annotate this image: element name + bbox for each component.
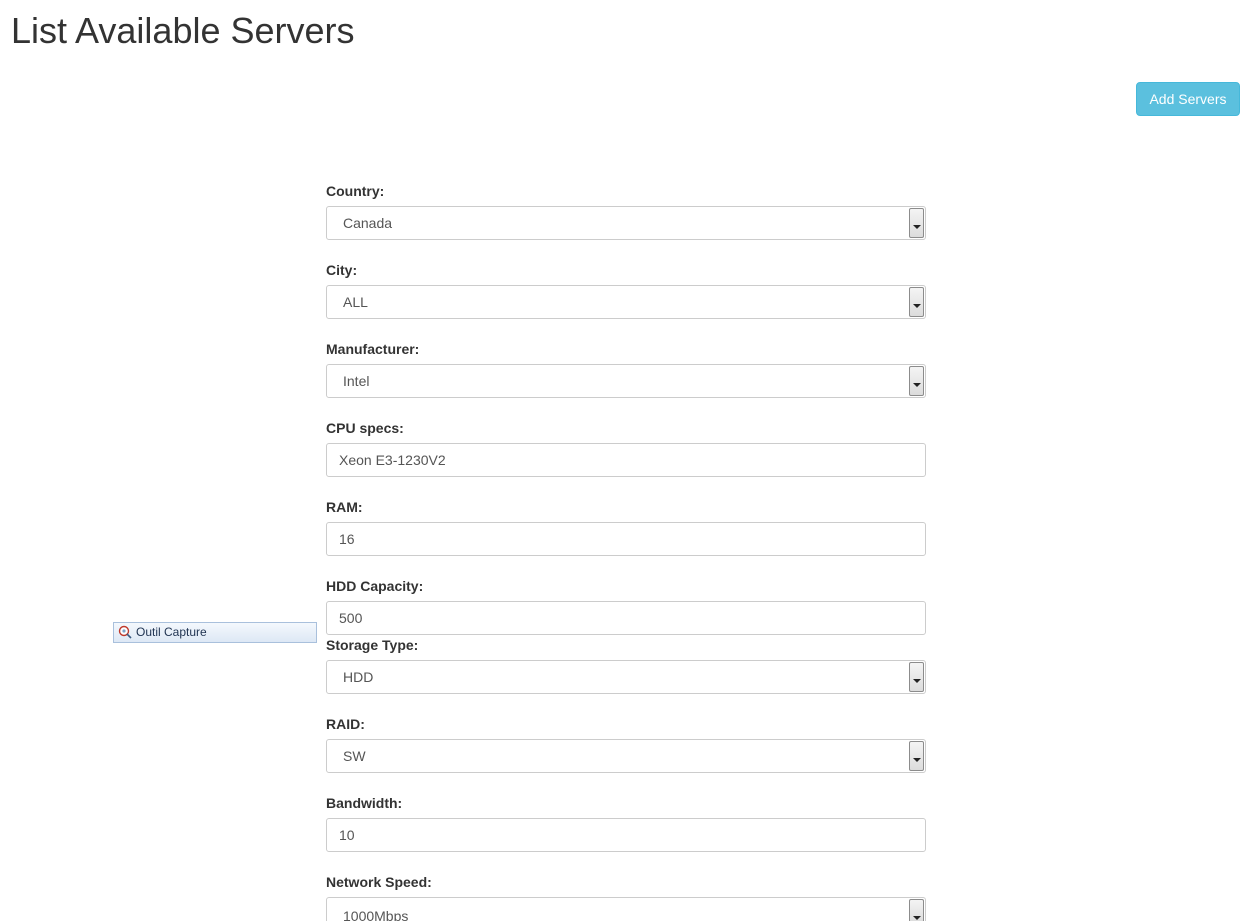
cpu-specs-input[interactable]: Xeon E3-1230V2 (326, 443, 926, 477)
country-select[interactable]: Canada (326, 206, 926, 240)
page: List Available Servers Add Servers Count… (0, 0, 1260, 921)
chevron-down-icon[interactable] (909, 741, 924, 771)
city-label: City: (326, 262, 358, 278)
capture-tool-icon (118, 625, 132, 639)
cpu-specs-label: CPU specs: (326, 420, 404, 436)
hdd-capacity-input-value: 500 (339, 610, 363, 626)
manufacturer-select-value: Intel (343, 373, 370, 389)
manufacturer-label: Manufacturer: (326, 341, 420, 357)
manufacturer-group: Manufacturer: Intel (326, 340, 926, 398)
storage-type-label: Storage Type: (326, 637, 419, 653)
bandwidth-input[interactable]: 10 (326, 818, 926, 852)
hdd-capacity-input[interactable]: 500 (326, 601, 926, 635)
country-select-value: Canada (343, 215, 393, 231)
ram-group: RAM: 16 (326, 498, 926, 556)
chevron-down-icon[interactable] (909, 899, 924, 921)
chevron-down-icon[interactable] (909, 366, 924, 396)
country-group: Country: Canada (326, 182, 926, 240)
storage-type-select-value: HDD (343, 669, 374, 685)
hdd-capacity-group: HDD Capacity: 500 (326, 577, 926, 635)
network-speed-label: Network Speed: (326, 874, 432, 890)
country-label: Country: (326, 183, 385, 199)
ram-input-value: 16 (339, 531, 355, 547)
bandwidth-label: Bandwidth: (326, 795, 403, 811)
city-select[interactable]: ALL (326, 285, 926, 319)
add-servers-button[interactable]: Add Servers (1136, 82, 1240, 116)
manufacturer-select[interactable]: Intel (326, 364, 926, 398)
storage-type-group: Storage Type: HDD (326, 636, 926, 694)
city-select-value: ALL (343, 294, 368, 310)
ram-input[interactable]: 16 (326, 522, 926, 556)
capture-tool-label: Outil Capture (136, 625, 207, 639)
chevron-down-icon[interactable] (909, 662, 924, 692)
raid-select[interactable]: SW (326, 739, 926, 773)
capture-tool-button[interactable]: Outil Capture (113, 622, 317, 643)
ram-label: RAM: (326, 499, 363, 515)
page-title: List Available Servers (11, 10, 355, 51)
raid-group: RAID: SW (326, 715, 926, 773)
chevron-down-icon[interactable] (909, 208, 924, 238)
storage-type-select[interactable]: HDD (326, 660, 926, 694)
network-speed-select-value: 1000Mbps (343, 908, 409, 921)
city-group: City: ALL (326, 261, 926, 319)
network-speed-select[interactable]: 1000Mbps (326, 897, 926, 921)
raid-select-value: SW (343, 748, 366, 764)
raid-label: RAID: (326, 716, 365, 732)
bandwidth-group: Bandwidth: 10 (326, 794, 926, 852)
hdd-capacity-label: HDD Capacity: (326, 578, 424, 594)
network-speed-group: Network Speed: 1000Mbps (326, 873, 926, 921)
chevron-down-icon[interactable] (909, 287, 924, 317)
cpu-specs-group: CPU specs: Xeon E3-1230V2 (326, 419, 926, 477)
cpu-specs-input-value: Xeon E3-1230V2 (339, 452, 446, 468)
bandwidth-input-value: 10 (339, 827, 355, 843)
